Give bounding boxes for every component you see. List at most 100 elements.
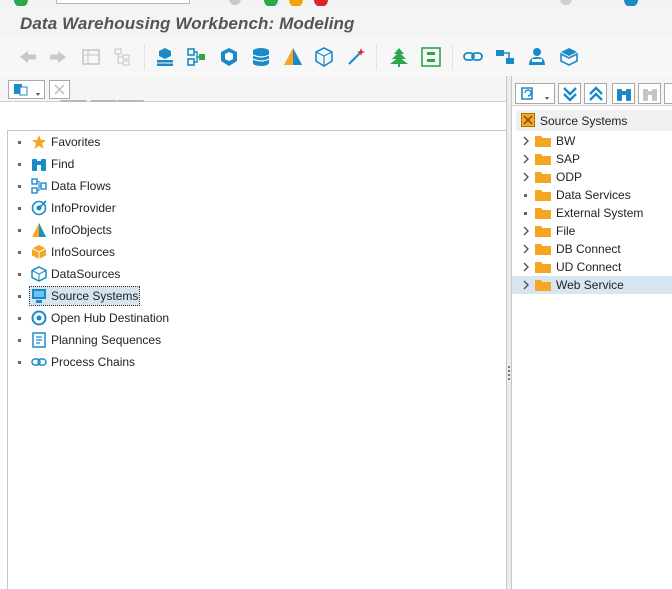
nav-item-infosources[interactable]: InfoSources xyxy=(14,241,314,263)
source-system-bw[interactable]: BW xyxy=(512,132,672,150)
chain-icon xyxy=(31,354,47,370)
source-system-sap[interactable]: SAP xyxy=(512,150,672,168)
link-icon[interactable] xyxy=(462,46,484,68)
table-icon[interactable] xyxy=(80,46,102,68)
package-icon[interactable] xyxy=(558,46,580,68)
target-icon xyxy=(31,310,47,326)
nav-item-label: InfoProvider xyxy=(51,201,116,215)
source-systems-tree: BW SAP ODP Data Services External System File… xyxy=(512,132,672,294)
nav-item-data-flows[interactable]: Data Flows xyxy=(14,175,314,197)
source-system-data-services[interactable]: Data Services xyxy=(512,186,672,204)
folder-icon xyxy=(535,135,551,147)
dataflow-icon[interactable] xyxy=(186,46,208,68)
source-system-web-service[interactable]: Web Service xyxy=(512,276,672,294)
infoprovider-icon xyxy=(31,200,47,216)
source-system-external-system[interactable]: External System xyxy=(512,204,672,222)
chevron-right-icon[interactable] xyxy=(521,225,531,237)
command-field[interactable] xyxy=(56,0,190,4)
cube-stack-icon[interactable] xyxy=(154,46,176,68)
forward-arrow-icon[interactable] xyxy=(47,46,69,68)
nav-item-label: Find xyxy=(51,157,75,171)
tree-bullet xyxy=(18,273,21,276)
tree-bullet xyxy=(18,339,21,342)
hierarchy-icon[interactable] xyxy=(111,46,133,68)
nav-item-label: Planning Sequences xyxy=(51,333,162,347)
refresh-menu-button[interactable] xyxy=(515,83,555,104)
nav-item-label: Data Flows xyxy=(51,179,112,193)
source-system-label: DB Connect xyxy=(556,242,621,256)
monitor-icon xyxy=(31,288,47,304)
source-system-file[interactable]: File xyxy=(512,222,672,240)
dataflow-icon xyxy=(31,178,47,194)
chevron-right-icon[interactable] xyxy=(521,135,531,147)
source-system-label: Web Service xyxy=(556,278,624,292)
tree-bullet xyxy=(524,194,527,197)
collapse-all-button[interactable] xyxy=(584,83,607,104)
save-icon[interactable] xyxy=(229,0,241,5)
tree-icon[interactable] xyxy=(388,46,410,68)
tree-bullet xyxy=(18,251,21,254)
chevron-right-icon[interactable] xyxy=(521,279,531,291)
page-title: Data Warehousing Workbench: Modeling xyxy=(20,14,355,33)
splitter-grip xyxy=(508,366,510,368)
nav-item-label: Favorites xyxy=(51,135,101,149)
planning-icon xyxy=(31,332,47,348)
back-arrow-icon[interactable] xyxy=(17,46,39,68)
folder-icon xyxy=(535,279,551,291)
source-system-db-connect[interactable]: DB Connect xyxy=(512,240,672,258)
infoobject-icon[interactable] xyxy=(282,46,304,68)
nav-item-open-hub-destination[interactable]: Open Hub Destination xyxy=(14,307,314,329)
find-next-button[interactable] xyxy=(638,83,661,104)
object-group-icon[interactable] xyxy=(420,46,442,68)
nav-item-planning-sequences[interactable]: Planning Sequences xyxy=(14,329,314,351)
nav-item-infoprovider[interactable]: InfoProvider xyxy=(14,197,314,219)
tree-bullet xyxy=(18,163,21,166)
folder-icon xyxy=(535,153,551,165)
infocube-icon[interactable] xyxy=(218,46,240,68)
chevron-right-icon[interactable] xyxy=(521,153,531,165)
source-system-odp[interactable]: ODP xyxy=(512,168,672,186)
nav-item-label: Process Chains xyxy=(51,355,136,369)
source-system-label: UD Connect xyxy=(556,260,622,274)
splitter-grip xyxy=(508,378,510,380)
source-system-root-icon xyxy=(521,113,535,127)
nav-item-infoobjects[interactable]: InfoObjects xyxy=(14,219,314,241)
layout-icon[interactable] xyxy=(560,0,572,5)
toolbar-separator xyxy=(144,44,145,70)
source-systems-header-label: Source Systems xyxy=(540,114,628,128)
source-systems-toolbar xyxy=(512,76,672,106)
chevron-right-icon[interactable] xyxy=(521,261,531,273)
nav-item-source-systems[interactable]: Source Systems xyxy=(14,285,314,307)
expand-all-button[interactable] xyxy=(558,83,581,104)
application-toolbar xyxy=(0,38,672,76)
transport-icon[interactable] xyxy=(494,46,516,68)
tree-bullet xyxy=(18,295,21,298)
source-system-ud-connect[interactable]: UD Connect xyxy=(512,258,672,276)
tree-bullet xyxy=(18,207,21,210)
folder-icon xyxy=(535,243,551,255)
find-button[interactable] xyxy=(612,83,635,104)
nav-item-find[interactable]: Find xyxy=(14,153,314,175)
datasource-icon[interactable] xyxy=(313,46,335,68)
tree-bullet xyxy=(18,317,21,320)
folder-icon xyxy=(535,225,551,237)
tree-bullet xyxy=(18,185,21,188)
nav-item-favorites[interactable]: Favorites xyxy=(14,131,314,153)
nav-item-label: Source Systems xyxy=(51,289,139,303)
scrolled-toolbar-remnant: ⸻ ⸻⸻ xyxy=(60,97,145,105)
user-icon[interactable] xyxy=(526,46,548,68)
source-system-label: BW xyxy=(556,134,576,148)
source-systems-header[interactable]: Source Systems xyxy=(516,110,672,131)
layout-menu-button[interactable] xyxy=(8,80,45,99)
chevron-right-icon[interactable] xyxy=(521,243,531,255)
database-icon[interactable] xyxy=(250,46,272,68)
source-system-label: File xyxy=(556,224,576,238)
nav-item-process-chains[interactable]: Process Chains xyxy=(14,351,314,373)
wand-icon[interactable] xyxy=(345,46,367,68)
nav-item-datasources[interactable]: DataSources xyxy=(14,263,314,285)
title-bar: Data Warehousing Workbench: Modeling xyxy=(0,6,672,38)
binoculars-icon xyxy=(31,156,47,172)
chevron-right-icon[interactable] xyxy=(521,171,531,183)
folder-icon xyxy=(535,261,551,273)
more-button[interactable] xyxy=(664,83,672,104)
